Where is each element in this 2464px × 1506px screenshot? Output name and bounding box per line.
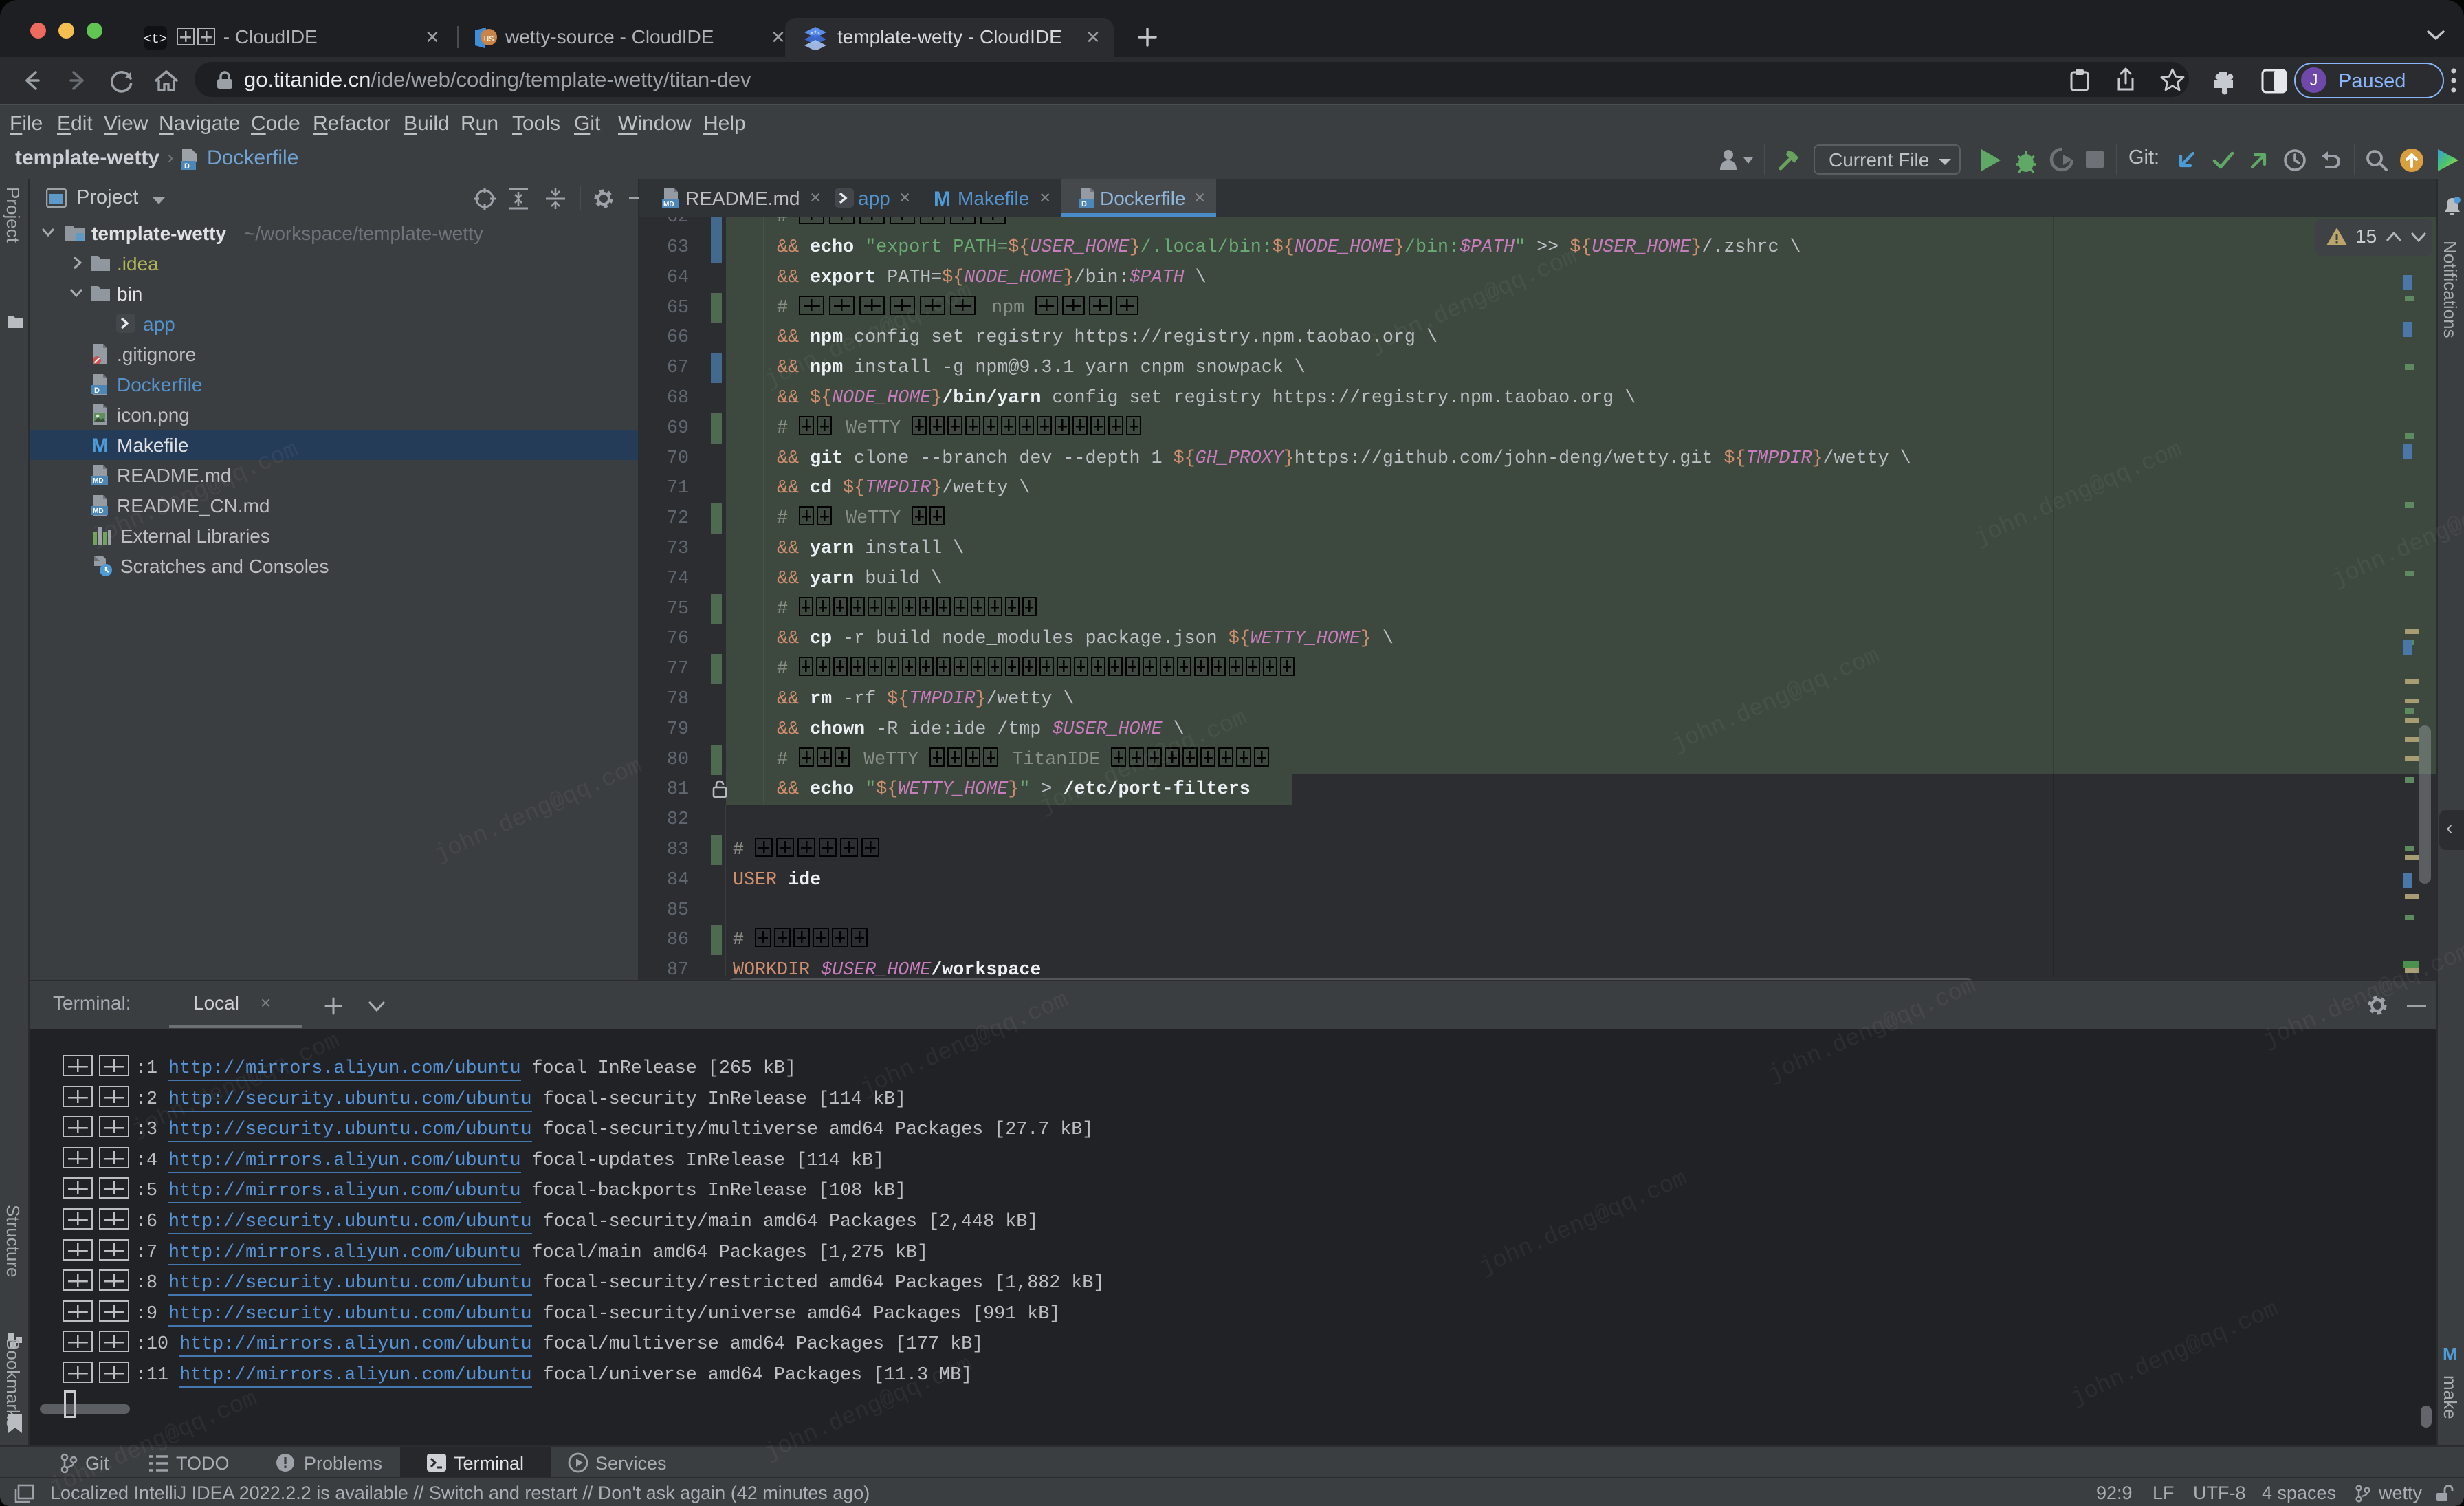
svg-text:D: D: [1081, 200, 1087, 208]
svg-text:MD: MD: [93, 508, 104, 515]
svg-text:us: us: [484, 32, 494, 43]
svg-text:<t>: <t>: [144, 32, 167, 47]
svg-text:D: D: [94, 386, 100, 395]
svg-text:MD: MD: [93, 477, 104, 485]
svg-text:</>: </>: [811, 30, 820, 36]
svg-text:D: D: [184, 162, 190, 171]
svg-text:MD: MD: [663, 201, 674, 208]
